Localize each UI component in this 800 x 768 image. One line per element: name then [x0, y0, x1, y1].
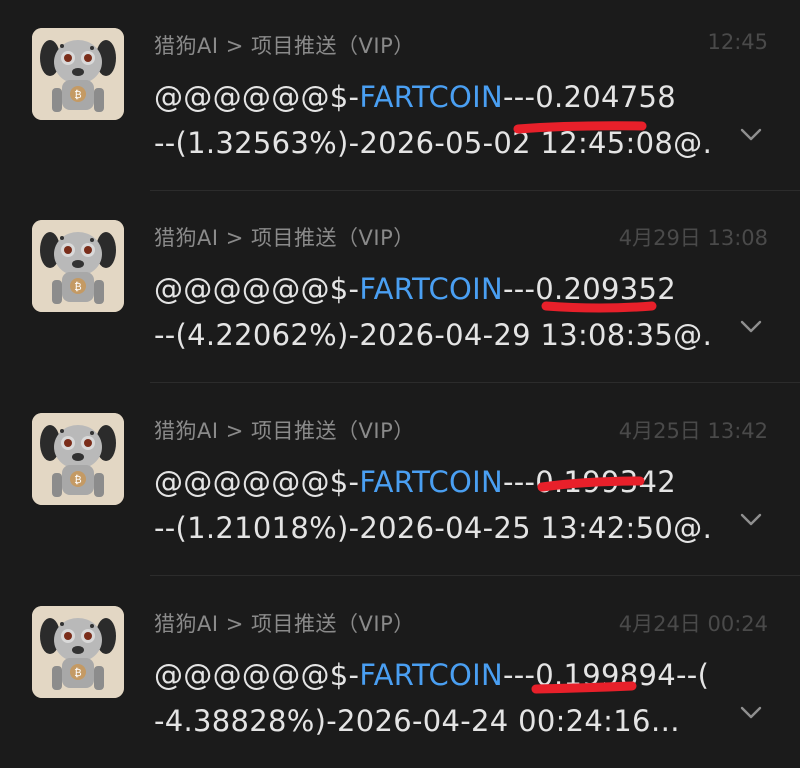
notification-sender: 猎狗AI > 项目推送（VIP）: [154, 34, 415, 58]
coin-symbol[interactable]: FARTCOIN: [359, 658, 503, 692]
price-value: 0.204758: [535, 80, 677, 114]
coin-symbol[interactable]: FARTCOIN: [359, 465, 503, 499]
message-line-1: @@@@@@$-FARTCOIN---0.204758: [154, 74, 714, 120]
notification-sender: 猎狗AI > 项目推送（VIP）: [154, 612, 415, 636]
chevron-down-icon[interactable]: [740, 513, 762, 527]
coin-symbol[interactable]: FARTCOIN: [359, 272, 503, 306]
notification-time: 4月25日 13:42: [618, 419, 768, 443]
divider: [150, 575, 800, 576]
message-line-2: --(1.21018%)-2026-04-25 13:42:50@…: [154, 511, 714, 545]
svg-text:₿: ₿: [74, 667, 81, 679]
message-line-2: -4.38828%)-2026-04-24 00:24:16…: [154, 704, 681, 738]
red-underline-annotation: [541, 301, 657, 313]
message-prefix: @@@@@@$-: [154, 80, 360, 114]
chevron-down-icon[interactable]: [740, 706, 762, 720]
message-prefix: @@@@@@$-: [154, 465, 360, 499]
robot-dog-avatar: ₿: [32, 606, 124, 698]
notification-sender: 猎狗AI > 项目推送（VIP）: [154, 226, 415, 250]
notification-sender: 猎狗AI > 项目推送（VIP）: [154, 419, 415, 443]
notification-feed: ₿ 猎狗AI > 项目推送（VIP） 12:45 @@@@@@$-FARTCOI…: [0, 0, 800, 765]
chevron-down-icon[interactable]: [740, 320, 762, 334]
svg-text:₿: ₿: [74, 89, 81, 101]
svg-text:₿: ₿: [74, 281, 81, 293]
message-dashes: ---: [502, 272, 536, 306]
coin-symbol[interactable]: FARTCOIN: [359, 80, 503, 114]
message-line-2: --(4.22062%)-2026-04-29 13:08:35@…: [154, 318, 714, 352]
message-prefix: @@@@@@$-: [154, 658, 360, 692]
robot-dog-avatar: ₿: [32, 413, 124, 505]
robot-dog-avatar: ₿: [32, 220, 124, 312]
red-underline-annotation: [537, 476, 645, 492]
robot-dog-avatar: ₿: [32, 28, 124, 120]
notification-item[interactable]: ₿ 猎狗AI > 项目推送（VIP） 12:45 @@@@@@$-FARTCOI…: [0, 0, 800, 190]
red-underline-annotation: [513, 121, 647, 134]
notification-item[interactable]: ₿ 猎狗AI > 项目推送（VIP） 4月25日 13:42 @@@@@@$-F…: [0, 385, 800, 575]
red-underline-annotation: [531, 681, 637, 694]
notification-time: 12:45: [707, 30, 768, 54]
message-suffix: --(: [676, 658, 710, 692]
notification-time: 4月29日 13:08: [618, 226, 768, 250]
notification-time: 4月24日 00:24: [618, 612, 768, 636]
notification-item[interactable]: ₿ 猎狗AI > 项目推送（VIP） 4月29日 13:08 @@@@@@$-F…: [0, 192, 800, 382]
message-prefix: @@@@@@$-: [154, 272, 360, 306]
message-dashes: ---: [502, 465, 536, 499]
divider: [150, 382, 800, 383]
notification-item[interactable]: ₿ 猎狗AI > 项目推送（VIP） 4月24日 00:24 @@@@@@$-F…: [0, 578, 800, 768]
divider: [150, 190, 800, 191]
message-dashes: ---: [502, 80, 536, 114]
svg-text:₿: ₿: [74, 474, 81, 486]
chevron-down-icon[interactable]: [740, 128, 762, 142]
notification-message: @@@@@@$-FARTCOIN---0.199894--( -4.38828%…: [154, 652, 714, 744]
